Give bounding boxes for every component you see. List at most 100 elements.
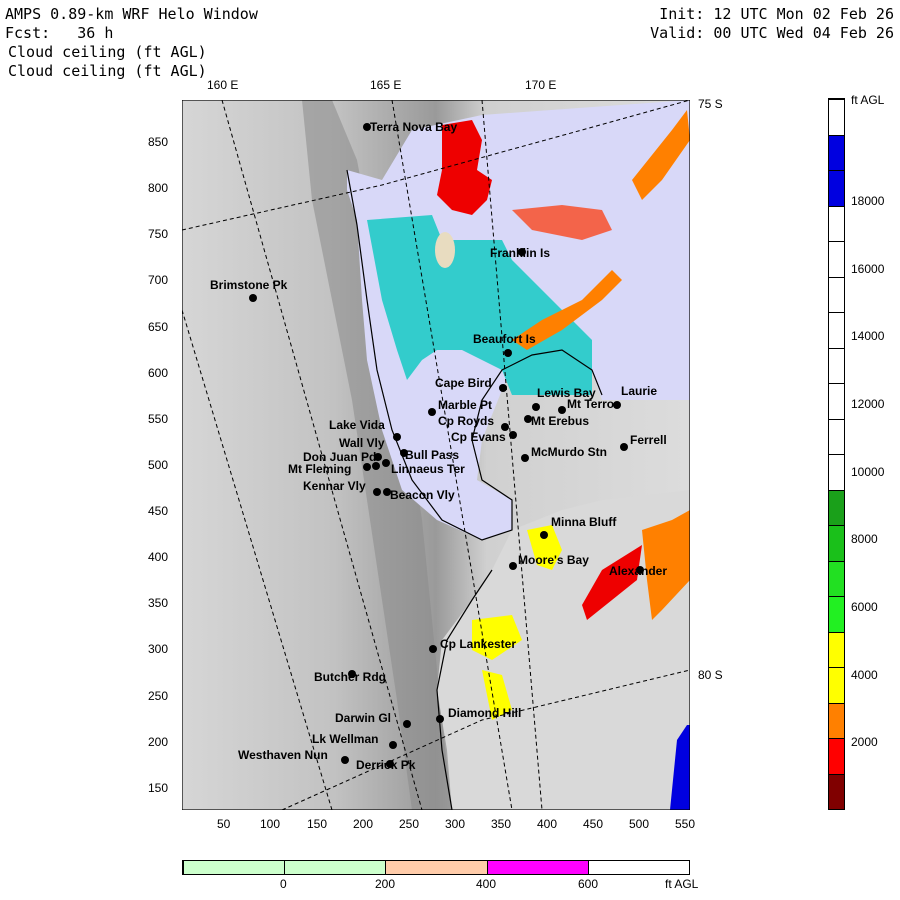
hbar-label-0: 0 [280, 877, 287, 891]
x-tick-350: 350 [491, 817, 512, 831]
lon-label-170: 170 E [525, 78, 557, 92]
place-label: Moore's Bay [518, 553, 589, 567]
colorbar-segment [829, 631, 844, 667]
cbar-label-4000: 4000 [851, 668, 878, 682]
hbar-segment [486, 861, 588, 874]
place-label: Lk Wellman [312, 732, 379, 746]
hbar-unit: ft AGL [665, 877, 699, 891]
place-label: Bull Pass [405, 448, 460, 462]
cbar-label-8000: 8000 [851, 532, 878, 546]
place-marker [540, 531, 548, 539]
place-marker [521, 454, 529, 462]
colorbar-segment [829, 418, 844, 454]
y-tick-200: 200 [148, 735, 169, 749]
colorbar-segment [829, 99, 844, 135]
low-ceiling-colorbar [182, 860, 690, 875]
x-tick-100: 100 [260, 817, 281, 831]
place-label: Brimstone Pk [210, 278, 288, 292]
colorbar-segment [829, 312, 844, 348]
place-marker [436, 715, 444, 723]
place-marker [382, 459, 390, 467]
place-label: Cape Bird [435, 376, 492, 390]
hbar-segment [183, 861, 285, 874]
colorbar-segment [829, 383, 844, 419]
colorbar-segment [829, 489, 844, 525]
colorbar-segment [829, 738, 844, 774]
cbar-label-14000: 14000 [851, 329, 885, 343]
x-tick-450: 450 [583, 817, 604, 831]
place-label: Kennar Vly [303, 479, 366, 493]
lat-label-75s: 75 S [698, 97, 723, 111]
x-tick-300: 300 [445, 817, 466, 831]
place-label: Franklin Is [490, 246, 551, 260]
y-tick-300: 300 [148, 642, 169, 656]
place-marker [363, 463, 371, 471]
colorbar-segment [829, 205, 844, 241]
x-tick-500: 500 [629, 817, 650, 831]
place-label: Derrick Pk [356, 758, 416, 772]
field-label-1: Cloud ceiling (ft AGL) [8, 43, 207, 61]
colorbar-segment [829, 170, 844, 206]
beige-patch [435, 232, 455, 268]
cbar-label-10000: 10000 [851, 465, 885, 479]
y-tick-350: 350 [148, 596, 169, 610]
init-time: Init: 12 UTC Mon 02 Feb 26 [659, 5, 894, 23]
place-marker [393, 433, 401, 441]
y-tick-750: 750 [148, 227, 169, 241]
place-marker [504, 349, 512, 357]
y-tick-250: 250 [148, 689, 169, 703]
x-tick-50: 50 [217, 817, 231, 831]
title-line: AMPS 0.89-km WRF Helo Window [5, 5, 258, 23]
y-tick-850: 850 [148, 135, 169, 149]
y-tick-400: 400 [148, 550, 169, 564]
y-tick-500: 500 [148, 458, 169, 472]
hbar-label-400: 400 [476, 877, 497, 891]
colorbar-unit: ft AGL [851, 93, 885, 107]
y-tick-650: 650 [148, 320, 169, 334]
place-label: Westhaven Nun [238, 748, 328, 762]
hbar-segment [385, 861, 487, 874]
place-label: Cp Lankester [440, 637, 517, 651]
hbar-segment [284, 861, 386, 874]
place-marker [509, 562, 517, 570]
place-marker [620, 443, 628, 451]
place-label: Ferrell [630, 433, 667, 447]
place-label: Darwin Gl [335, 711, 392, 725]
x-tick-150: 150 [307, 817, 328, 831]
place-label: Cp Evans [451, 430, 506, 444]
hbar-label-600: 600 [578, 877, 599, 891]
place-marker [341, 756, 349, 764]
place-marker [403, 720, 411, 728]
valid-time: Valid: 00 UTC Wed 04 Feb 26 [650, 24, 894, 42]
colorbar-segment [829, 276, 844, 312]
place-label: Alexander [609, 564, 668, 578]
place-marker [389, 741, 397, 749]
place-label: Laurie [621, 384, 658, 398]
place-marker [558, 406, 566, 414]
x-tick-200: 200 [353, 817, 374, 831]
place-label: Linnaeus Ter [391, 462, 465, 476]
x-tick-550: 550 [675, 817, 696, 831]
place-marker [509, 431, 517, 439]
x-tick-250: 250 [399, 817, 420, 831]
hbar-segment [587, 861, 689, 874]
colorbar-segment [829, 347, 844, 383]
lat-label-80s: 80 S [698, 668, 723, 682]
cbar-label-12000: 12000 [851, 397, 885, 411]
place-label: Butcher Rdg [314, 670, 386, 684]
lon-label-165: 165 E [370, 78, 402, 92]
place-label: McMurdo Stn [531, 445, 607, 459]
colorbar-segment [829, 773, 844, 809]
colorbar-segment [829, 454, 844, 490]
place-label: Minna Bluff [551, 515, 617, 529]
place-label: Beaufort Is [473, 332, 536, 346]
place-marker [499, 384, 507, 392]
colorbar-segment [829, 596, 844, 632]
place-label: Cp Royds [438, 414, 495, 428]
place-label: Diamond Hill [448, 706, 522, 720]
cbar-label-2000: 2000 [851, 735, 878, 749]
place-label: Wall Vly [339, 436, 385, 450]
colorbar-segment [829, 560, 844, 596]
place-marker [532, 403, 540, 411]
place-label: Terra Nova Bay [370, 120, 458, 134]
